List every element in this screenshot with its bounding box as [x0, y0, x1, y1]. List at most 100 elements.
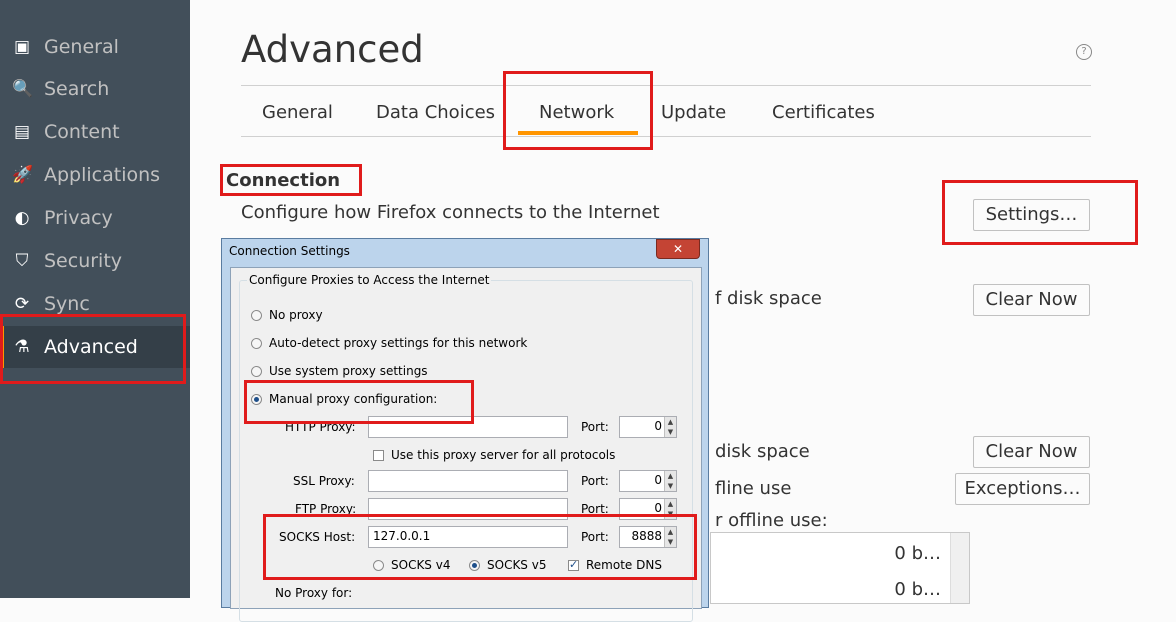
radio-icon: [469, 559, 480, 571]
socks-v5-radio[interactable]: SOCKS v5: [469, 558, 546, 572]
spinner-arrows-icon[interactable]: ▲ ▼: [664, 417, 676, 437]
socks-host-input[interactable]: 127.0.0.1: [368, 526, 568, 548]
use-for-all-checkbox[interactable]: Use this proxy server for all protocols: [373, 448, 615, 462]
connection-settings-dialog: Connection Settings ✕ Configure Proxies …: [221, 238, 709, 622]
http-port-label: Port:: [581, 420, 609, 434]
radio-icon: [373, 559, 384, 571]
tab-general[interactable]: General: [262, 102, 333, 123]
sidebar-item-advanced[interactable]: ⚗ Advanced: [0, 326, 190, 368]
sidebar-item-search[interactable]: 🔍 Search: [0, 68, 190, 110]
ssl-port-input[interactable]: 0 ▲ ▼: [619, 470, 677, 492]
port-value: 0: [654, 473, 662, 487]
sidebar-item-content[interactable]: ▤ Content: [0, 111, 190, 153]
sidebar-item-label: General: [44, 36, 119, 58]
socks-v4-radio[interactable]: SOCKS v4: [373, 558, 450, 572]
search-icon: 🔍: [12, 79, 34, 99]
sidebar: ▣ General 🔍 Search ▤ Content 🚀 Applicati…: [0, 0, 190, 598]
radio-icon: [251, 309, 262, 321]
sidebar-item-applications[interactable]: 🚀 Applications: [0, 154, 190, 196]
tab-certificates[interactable]: Certificates: [772, 102, 875, 123]
cache-disk-space-text: f disk space: [715, 288, 822, 309]
checkbox-label: Use this proxy server for all protocols: [391, 448, 616, 462]
scrollbar[interactable]: [950, 533, 969, 603]
general-icon: ▣: [13, 37, 31, 57]
spinner-arrows-icon[interactable]: ▲ ▼: [664, 527, 676, 547]
page-title: Advanced: [241, 28, 424, 71]
active-tab-indicator: [518, 131, 638, 135]
tab-network[interactable]: Network: [539, 102, 614, 123]
connection-description: Configure how Firefox connects to the In…: [241, 202, 660, 223]
spinner-arrows-icon[interactable]: ▲ ▼: [664, 471, 676, 491]
list-item: 0 b…: [894, 543, 941, 564]
checkbox-label: Remote DNS: [586, 558, 662, 572]
offline-disk-space-text: disk space: [715, 441, 810, 462]
sidebar-item-security[interactable]: ⛉ Security: [0, 240, 190, 282]
ftp-proxy-input[interactable]: [368, 498, 568, 520]
offline-use-label: r offline use:: [715, 510, 828, 531]
spinner-arrows-icon[interactable]: ▲ ▼: [664, 499, 676, 519]
content-icon: ▤: [13, 122, 31, 142]
radio-no-proxy[interactable]: No proxy: [251, 308, 323, 322]
radio-auto-detect[interactable]: Auto-detect proxy settings for this netw…: [251, 336, 527, 350]
socks-host-label: SOCKS Host:: [279, 530, 356, 544]
settings-button[interactable]: Settings…: [973, 199, 1090, 231]
sidebar-item-label: Content: [44, 121, 120, 143]
clear-offline-button[interactable]: Clear Now: [973, 436, 1090, 468]
sidebar-item-label: Search: [44, 78, 110, 100]
sidebar-item-label: Advanced: [44, 336, 138, 358]
sidebar-item-label: Privacy: [44, 207, 113, 229]
radio-icon: [251, 393, 262, 405]
ssl-proxy-label: SSL Proxy:: [293, 474, 355, 488]
list-item: 0 b…: [894, 579, 941, 600]
privacy-icon: ◐: [14, 208, 30, 228]
exceptions-button[interactable]: Exceptions…: [955, 473, 1090, 505]
divider: [241, 85, 1091, 86]
radio-label: No proxy: [269, 308, 323, 322]
close-icon[interactable]: ✕: [656, 239, 700, 259]
sidebar-item-general[interactable]: ▣ General: [0, 26, 190, 68]
remote-dns-checkbox[interactable]: Remote DNS: [568, 558, 662, 572]
divider: [241, 136, 1091, 137]
tab-update[interactable]: Update: [661, 102, 726, 123]
port-value: 0: [654, 501, 662, 515]
sidebar-item-label: Sync: [44, 293, 90, 315]
radio-icon: [251, 365, 262, 377]
socks-port-input[interactable]: 8888 ▲ ▼: [619, 526, 677, 548]
dialog-title: Connection Settings: [229, 244, 350, 258]
connection-heading: Connection: [226, 170, 341, 191]
tab-data-choices[interactable]: Data Choices: [376, 102, 495, 123]
radio-label: Auto-detect proxy settings for this netw…: [269, 336, 528, 350]
http-proxy-label: HTTP Proxy:: [285, 420, 356, 434]
sync-icon: ⟳: [14, 294, 30, 314]
offline-storage-list[interactable]: 0 b… 0 b…: [710, 532, 970, 604]
radio-system-proxy[interactable]: Use system proxy settings: [251, 364, 428, 378]
checkbox-icon: [373, 449, 384, 461]
dialog-body: Configure Proxies to Access the Internet…: [230, 267, 702, 622]
radio-manual-proxy[interactable]: Manual proxy configuration:: [251, 392, 437, 406]
clear-cache-button[interactable]: Clear Now: [973, 284, 1090, 316]
proxy-group-legend: Configure Proxies to Access the Internet: [247, 273, 492, 287]
ftp-proxy-label: FTP Proxy:: [295, 502, 357, 516]
sidebar-item-sync[interactable]: ⟳ Sync: [0, 283, 190, 325]
radio-label: SOCKS v4: [391, 558, 451, 572]
http-port-input[interactable]: 0 ▲ ▼: [619, 416, 677, 438]
sidebar-item-label: Security: [44, 250, 123, 272]
radio-label: SOCKS v5: [487, 558, 547, 572]
help-icon[interactable]: ?: [1076, 44, 1092, 60]
ssl-proxy-input[interactable]: [368, 470, 568, 492]
radio-label: Use system proxy settings: [269, 364, 428, 378]
ssl-port-label: Port:: [581, 474, 609, 488]
sidebar-item-label: Applications: [44, 164, 161, 186]
radio-label: Manual proxy configuration:: [269, 392, 438, 406]
port-value: 8888: [631, 529, 662, 543]
checkbox-icon: [568, 558, 579, 571]
http-proxy-input[interactable]: [368, 416, 568, 438]
port-value: 0: [654, 419, 662, 433]
sidebar-item-privacy[interactable]: ◐ Privacy: [0, 197, 190, 239]
radio-icon: [251, 337, 262, 349]
security-icon: ⛉: [15, 251, 29, 271]
ftp-port-input[interactable]: 0 ▲ ▼: [619, 498, 677, 520]
applications-icon: 🚀: [12, 165, 34, 185]
socks-port-label: Port:: [581, 530, 609, 544]
advanced-icon: ⚗: [14, 337, 30, 357]
